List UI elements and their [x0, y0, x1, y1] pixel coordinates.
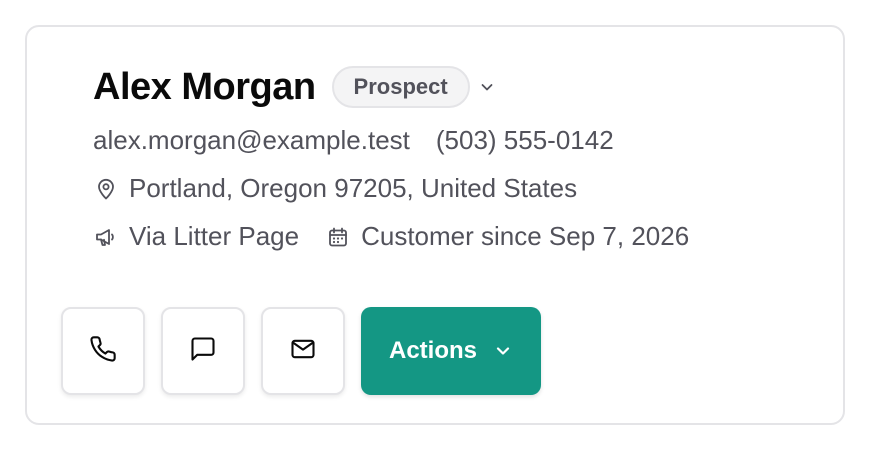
email-text[interactable]: alex.morgan@example.test — [93, 125, 410, 156]
contact-header: Alex Morgan Prospect — [93, 65, 496, 109]
chevron-down-icon[interactable] — [478, 78, 496, 96]
location-row: Portland, Oregon 97205, United States — [93, 173, 577, 204]
phone-text[interactable]: (503) 555-0142 — [436, 125, 614, 156]
mail-icon — [289, 335, 317, 368]
location-text: Portland, Oregon 97205, United States — [129, 173, 578, 203]
source-text: Via Litter Page — [129, 221, 300, 251]
actions-button[interactable]: Actions — [361, 307, 541, 395]
phone-icon — [89, 335, 117, 368]
message-square-icon — [189, 335, 217, 368]
action-bar: Actions — [61, 307, 541, 395]
contact-name: Alex Morgan — [93, 66, 316, 108]
contact-card: Alex Morgan Prospect alex.morgan@example… — [25, 25, 845, 425]
call-button[interactable] — [61, 307, 145, 395]
calendar-icon — [325, 224, 351, 250]
message-button[interactable] — [161, 307, 245, 395]
customer-since-text: Customer since Sep 7, 2026 — [361, 221, 690, 251]
megaphone-icon — [93, 224, 119, 250]
contact-methods: alex.morgan@example.test (503) 555-0142 — [93, 125, 614, 156]
chevron-down-icon — [493, 341, 513, 361]
status-badge[interactable]: Prospect — [331, 66, 470, 108]
map-pin-icon — [93, 176, 119, 202]
email-button[interactable] — [261, 307, 345, 395]
actions-label: Actions — [388, 337, 477, 364]
meta-row: Via Litter Page Customer since Sep 7, 20… — [93, 221, 689, 252]
